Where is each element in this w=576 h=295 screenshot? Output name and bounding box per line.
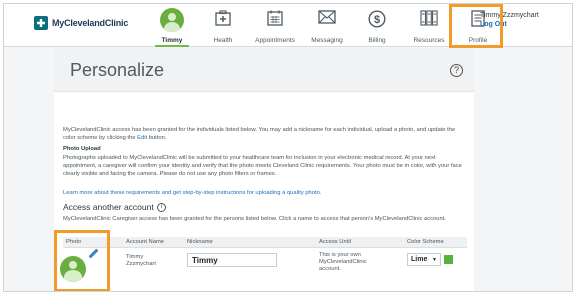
nickname-input[interactable] <box>187 253 277 267</box>
access-until-line: MyClevelandClinic <box>319 259 367 265</box>
intro-paragraph: MyClevelandClinic access has been grante… <box>63 126 467 142</box>
nav-label: Timmy <box>161 37 183 44</box>
account-last-name: Zzzmychart <box>126 261 156 267</box>
header-nickname: Nickname <box>187 239 213 245</box>
access-another-account-heading: Access another account i <box>63 202 166 212</box>
nav-item-health[interactable]: Health <box>198 4 248 47</box>
photo-highlight-box <box>54 230 110 291</box>
intro-text: MyClevelandClinic access has been grante… <box>63 127 456 141</box>
page-title: Personalize <box>70 60 165 80</box>
account-name-cell[interactable]: Timmy Zzzmychart <box>126 254 156 268</box>
header-color-scheme: Color Scheme <box>407 239 444 245</box>
nav-label: Messaging <box>311 37 343 44</box>
intro-text-end: button. <box>147 135 167 141</box>
color-scheme-select[interactable]: Lime ▼ <box>407 253 441 266</box>
learn-more-link[interactable]: Learn more about these requirements and … <box>63 189 467 197</box>
nav-label: Health <box>213 37 233 44</box>
header-account-name: Account Name <box>126 239 165 245</box>
table-header: Photo Account Name Nickname Access Until… <box>63 237 467 248</box>
right-sidebar <box>480 48 572 291</box>
help-icon[interactable]: ? <box>450 64 463 77</box>
access-until-line: This is your own <box>319 252 361 258</box>
calendar-icon <box>267 10 283 26</box>
brand-name: MyClevelandClinic <box>52 18 129 28</box>
access-until-line: account. <box>319 266 341 272</box>
app-window: MyClevelandClinic Timmy Health Appointme… <box>3 3 573 292</box>
nav-item-messaging[interactable]: Messaging <box>302 4 352 47</box>
user-avatar-icon <box>160 8 184 34</box>
medical-kit-icon <box>215 10 231 26</box>
dollar-circle-icon: $ <box>368 10 386 28</box>
access-text: MyClevelandClinic Caregiver access has b… <box>63 216 446 222</box>
caret-down-icon: ▼ <box>432 257 437 263</box>
header-access-until: Access Until <box>319 239 351 245</box>
color-swatch <box>444 255 453 264</box>
nav-item-appointments[interactable]: Appointments <box>250 4 300 47</box>
page-header: Personalize ? <box>54 48 474 92</box>
nav-label: Resources <box>413 37 445 44</box>
main-content: Personalize ? MyClevelandClinic access h… <box>54 48 474 291</box>
nav-item-billing[interactable]: $ Billing <box>352 4 402 47</box>
brand-logo[interactable]: MyClevelandClinic <box>34 16 128 30</box>
nav-label: Billing <box>368 37 386 44</box>
color-scheme-value: Lime <box>411 256 428 263</box>
photo-upload-text: Photographs uploaded to MyClevelandClini… <box>63 155 462 177</box>
profile-highlight-box <box>449 4 503 48</box>
edit-link[interactable]: Edit <box>137 135 147 141</box>
nav-label: Appointments <box>255 37 295 44</box>
access-heading-text: Access another account <box>63 202 154 212</box>
access-until-cell: This is your own MyClevelandClinic accou… <box>319 252 367 273</box>
nav-item-timmy[interactable]: Timmy <box>147 4 197 47</box>
nav-item-resources[interactable]: Resources <box>404 4 454 47</box>
account-first-name: Timmy <box>126 254 144 260</box>
envelope-icon <box>318 10 336 24</box>
info-icon[interactable]: i <box>156 202 166 212</box>
books-icon <box>420 10 438 26</box>
cross-logo-icon <box>34 16 48 30</box>
photo-upload-heading: Photo Upload <box>63 146 101 152</box>
svg-text:$: $ <box>374 14 380 26</box>
